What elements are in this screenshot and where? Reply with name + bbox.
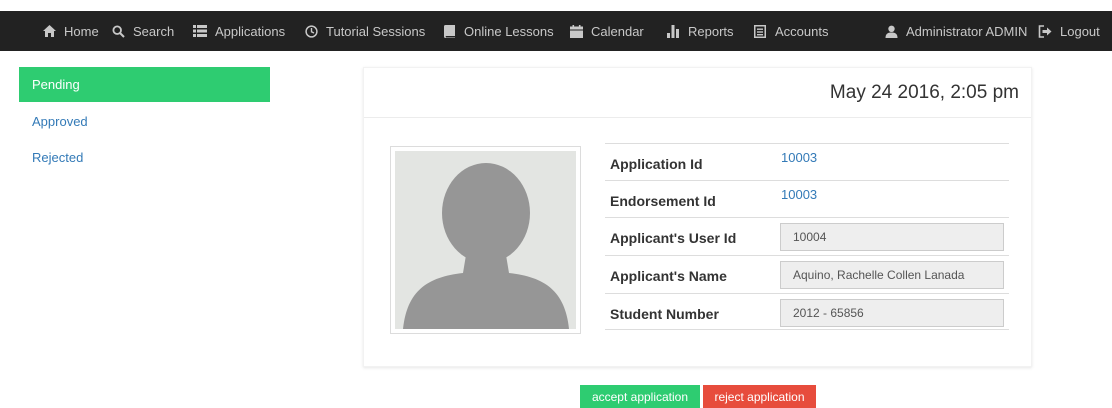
detail-row-user-id: Applicant's User Id 10004 [605, 217, 1009, 254]
nav-tutorial-sessions-label: Tutorial Sessions [326, 23, 426, 39]
nav-search[interactable]: Search [111, 11, 174, 51]
list-icon [193, 24, 207, 38]
nav-calendar-label: Calendar [591, 23, 644, 39]
book-icon [442, 24, 456, 38]
detail-label: Application Id [610, 156, 703, 172]
detail-row-endorsement-id: Endorsement Id 10003 [605, 180, 1009, 217]
detail-row-applicant-name: Applicant's Name Aquino, Rachelle Collen… [605, 255, 1009, 292]
applicant-name-field[interactable]: Aquino, Rachelle Collen Lanada [780, 261, 1004, 289]
navbar-bar: Home Search Applications Tutorial Sessio… [0, 11, 1112, 51]
nav-logout-label: Logout [1060, 23, 1100, 39]
nav-reports[interactable]: Reports [666, 11, 734, 51]
sidebar-item-label: Approved [32, 114, 88, 129]
logout-icon [1038, 24, 1052, 38]
nav-online-lessons[interactable]: Online Lessons [442, 11, 554, 51]
sidebar-item-label: Rejected [32, 150, 84, 165]
nav-home[interactable]: Home [42, 11, 99, 51]
nav-online-lessons-label: Online Lessons [464, 23, 554, 39]
nav-calendar[interactable]: Calendar [569, 11, 644, 51]
home-icon [42, 24, 56, 38]
detail-row-application-id: Application Id 10003 [605, 143, 1009, 180]
bar-chart-icon [666, 24, 680, 38]
detail-label: Endorsement Id [610, 193, 716, 209]
nav-home-label: Home [64, 23, 99, 39]
timestamp: May 24 2016, 2:05 pm [829, 82, 1019, 103]
nav-applications[interactable]: Applications [193, 11, 285, 51]
sidebar-item-approved[interactable]: Approved [19, 104, 270, 139]
nav-user-label: Administrator ADMIN [906, 23, 1028, 39]
nav-logout[interactable]: Logout [1038, 11, 1100, 51]
default-avatar-icon [395, 151, 576, 329]
applicant-photo [390, 146, 581, 334]
nav-user[interactable]: Administrator ADMIN [884, 11, 1027, 51]
detail-label: Student Number [610, 306, 719, 322]
nav-applications-label: Applications [215, 23, 286, 39]
accounts-icon [753, 24, 767, 38]
detail-label: Applicant's User Id [610, 230, 737, 246]
application-id-link[interactable]: 10003 [781, 150, 817, 165]
clock-icon [304, 24, 318, 38]
calendar-icon [569, 24, 583, 38]
detail-label: Applicant's Name [610, 268, 727, 284]
reject-application-button[interactable]: reject application [703, 385, 816, 408]
sidebar-item-label: Pending [32, 77, 80, 92]
nav-accounts[interactable]: Accounts [753, 11, 828, 51]
student-number-field[interactable]: 2012 - 65856 [780, 299, 1004, 327]
endorsement-id-link[interactable]: 10003 [781, 187, 817, 202]
detail-row-student-number: Student Number 2012 - 65856 [605, 293, 1009, 330]
nav-search-label: Search [133, 23, 175, 39]
panel-header: May 24 2016, 2:05 pm [364, 68, 1031, 118]
search-icon [111, 24, 125, 38]
sidebar-item-pending[interactable]: Pending [19, 67, 270, 102]
nav-reports-label: Reports [688, 23, 734, 39]
application-panel: May 24 2016, 2:05 pm Application Id 1000… [363, 67, 1032, 367]
sidebar-item-rejected[interactable]: Rejected [19, 140, 270, 175]
nav-accounts-label: Accounts [775, 23, 829, 39]
user-id-field[interactable]: 10004 [780, 223, 1004, 251]
top-navbar: Home Search Applications Tutorial Sessio… [0, 0, 1112, 63]
nav-tutorial-sessions[interactable]: Tutorial Sessions [304, 11, 425, 51]
accept-application-button[interactable]: accept application [580, 385, 700, 408]
user-icon [884, 24, 898, 38]
